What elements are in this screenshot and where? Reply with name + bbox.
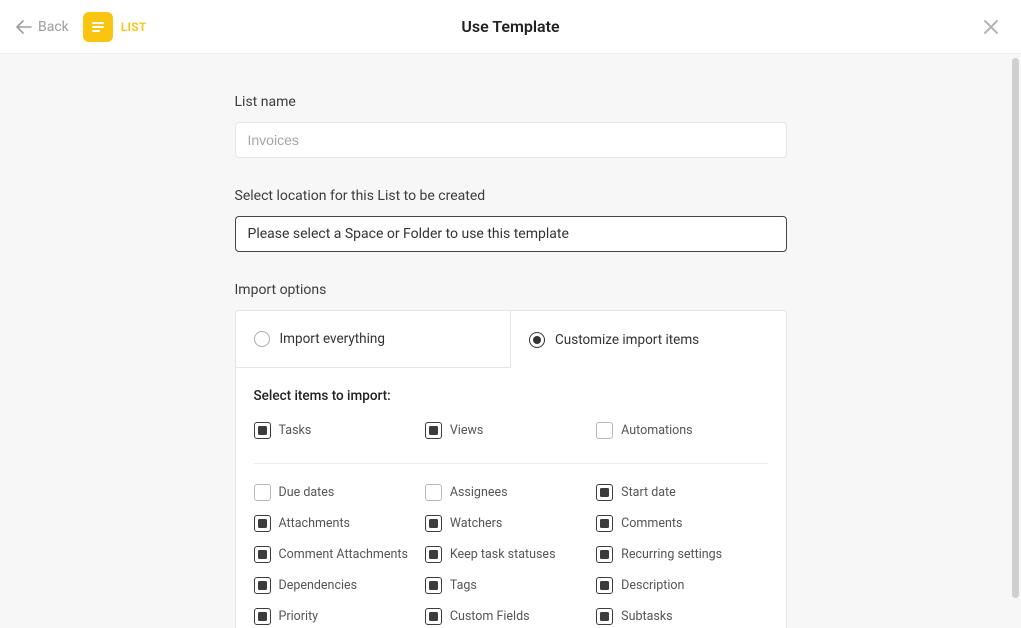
checkbox-item[interactable]: Comments: [596, 515, 767, 532]
checkbox-label: Attachments: [279, 516, 351, 531]
radio-import-everything[interactable]: Import everything: [236, 311, 512, 368]
checkbox-item[interactable]: Attachments: [254, 515, 425, 532]
checkbox-icon: [254, 577, 271, 594]
back-label: Back: [38, 19, 69, 35]
import-options-section: Import options Import everything Customi…: [235, 282, 787, 628]
list-type-badge: LIST: [83, 12, 147, 42]
checkbox-icon: [596, 484, 613, 501]
checkbox-label: Watchers: [450, 516, 503, 531]
back-button[interactable]: Back: [16, 19, 69, 35]
checkbox-icon: [425, 546, 442, 563]
import-mode-radios: Import everything Customize import items: [236, 311, 786, 368]
list-icon: [83, 12, 113, 42]
close-button[interactable]: [977, 13, 1005, 41]
checkbox-label: Keep task statuses: [450, 547, 556, 562]
checkbox-label: Tags: [450, 578, 477, 593]
checkbox-item[interactable]: Automations: [596, 422, 767, 439]
list-name-input[interactable]: [235, 122, 787, 158]
checkbox-label: Automations: [621, 423, 692, 438]
import-card: Import everything Customize import items…: [235, 310, 787, 628]
check-col: Views: [425, 422, 596, 453]
form-content: List name Select location for this List …: [235, 54, 787, 628]
radio-icon: [254, 331, 270, 347]
scrollbar[interactable]: [1012, 58, 1019, 598]
checkbox-item[interactable]: Watchers: [425, 515, 596, 532]
checkbox-label: Recurring settings: [621, 547, 722, 562]
checkbox-item[interactable]: Assignees: [425, 484, 596, 501]
checkbox-label: Due dates: [279, 485, 335, 500]
import-items-section: Select items to import: Tasks Views Automa…: [236, 368, 786, 628]
checkbox-item[interactable]: Keep task statuses: [425, 546, 596, 563]
list-name-label: List name: [235, 94, 787, 110]
checkbox-label: Custom Fields: [450, 609, 530, 624]
checkbox-icon: [596, 422, 613, 439]
import-top-row: Tasks Views Automations: [254, 422, 768, 453]
check-col: Automations: [596, 422, 767, 453]
checkbox-label: Assignees: [450, 485, 508, 500]
checkbox-icon: [425, 515, 442, 532]
checkbox-label: Description: [621, 578, 684, 593]
checkbox-label: Dependencies: [279, 578, 358, 593]
check-col: Assignees Watchers Keep task statuses Tags C…: [425, 484, 596, 628]
checkbox-item[interactable]: Views: [425, 422, 596, 439]
checkbox-icon: [254, 515, 271, 532]
location-label: Select location for this List to be crea…: [235, 188, 787, 204]
checkbox-item[interactable]: Priority: [254, 608, 425, 625]
import-items-grid: Due dates Attachments Comment Attachments D…: [254, 484, 768, 628]
checkbox-item[interactable]: Tasks: [254, 422, 425, 439]
check-col: Start date Comments Recurring settings Desc…: [596, 484, 767, 628]
checkbox-item[interactable]: Description: [596, 577, 767, 594]
import-options-label: Import options: [235, 282, 787, 298]
checkbox-label: Views: [450, 423, 483, 438]
checkbox-icon: [254, 422, 271, 439]
checkbox-icon: [596, 546, 613, 563]
checkbox-item[interactable]: Dependencies: [254, 577, 425, 594]
page-title: Use Template: [461, 17, 559, 36]
checkbox-label: Subtasks: [621, 609, 672, 624]
location-section: Select location for this List to be crea…: [235, 188, 787, 252]
checkbox-icon: [254, 484, 271, 501]
radio-icon: [529, 332, 545, 348]
checkbox-icon: [425, 608, 442, 625]
checkbox-icon: [254, 546, 271, 563]
check-col: Due dates Attachments Comment Attachments D…: [254, 484, 425, 628]
top-bar: Back LIST Use Template: [0, 0, 1021, 54]
checkbox-label: Comment Attachments: [279, 547, 408, 562]
checkbox-icon: [425, 577, 442, 594]
checkbox-item[interactable]: Recurring settings: [596, 546, 767, 563]
checkbox-item[interactable]: Tags: [425, 577, 596, 594]
checkbox-icon: [425, 422, 442, 439]
checkbox-label: Priority: [279, 609, 319, 624]
checkbox-item[interactable]: Subtasks: [596, 608, 767, 625]
check-col: Tasks: [254, 422, 425, 453]
checkbox-icon: [596, 577, 613, 594]
checkbox-label: Tasks: [279, 423, 312, 438]
checkbox-icon: [596, 515, 613, 532]
close-icon: [982, 18, 1000, 36]
radio-label-customize: Customize import items: [555, 332, 699, 348]
checkbox-label: Start date: [621, 485, 676, 500]
location-placeholder: Please select a Space or Folder to use t…: [248, 226, 569, 242]
checkbox-icon: [596, 608, 613, 625]
list-name-section: List name: [235, 94, 787, 158]
checkbox-item[interactable]: Due dates: [254, 484, 425, 501]
location-select[interactable]: Please select a Space or Folder to use t…: [235, 216, 787, 252]
divider: [254, 463, 768, 464]
import-items-title: Select items to import:: [254, 388, 768, 404]
content-scroll-area: List name Select location for this List …: [0, 54, 1021, 628]
radio-label-everything: Import everything: [280, 331, 385, 347]
checkbox-icon: [254, 608, 271, 625]
checkbox-item[interactable]: Start date: [596, 484, 767, 501]
checkbox-icon: [425, 484, 442, 501]
arrow-left-icon: [16, 20, 32, 34]
checkbox-item[interactable]: Comment Attachments: [254, 546, 425, 563]
checkbox-label: Comments: [621, 516, 682, 531]
list-badge-label: LIST: [121, 20, 147, 34]
radio-customize-items[interactable]: Customize import items: [511, 311, 786, 368]
checkbox-item[interactable]: Custom Fields: [425, 608, 596, 625]
